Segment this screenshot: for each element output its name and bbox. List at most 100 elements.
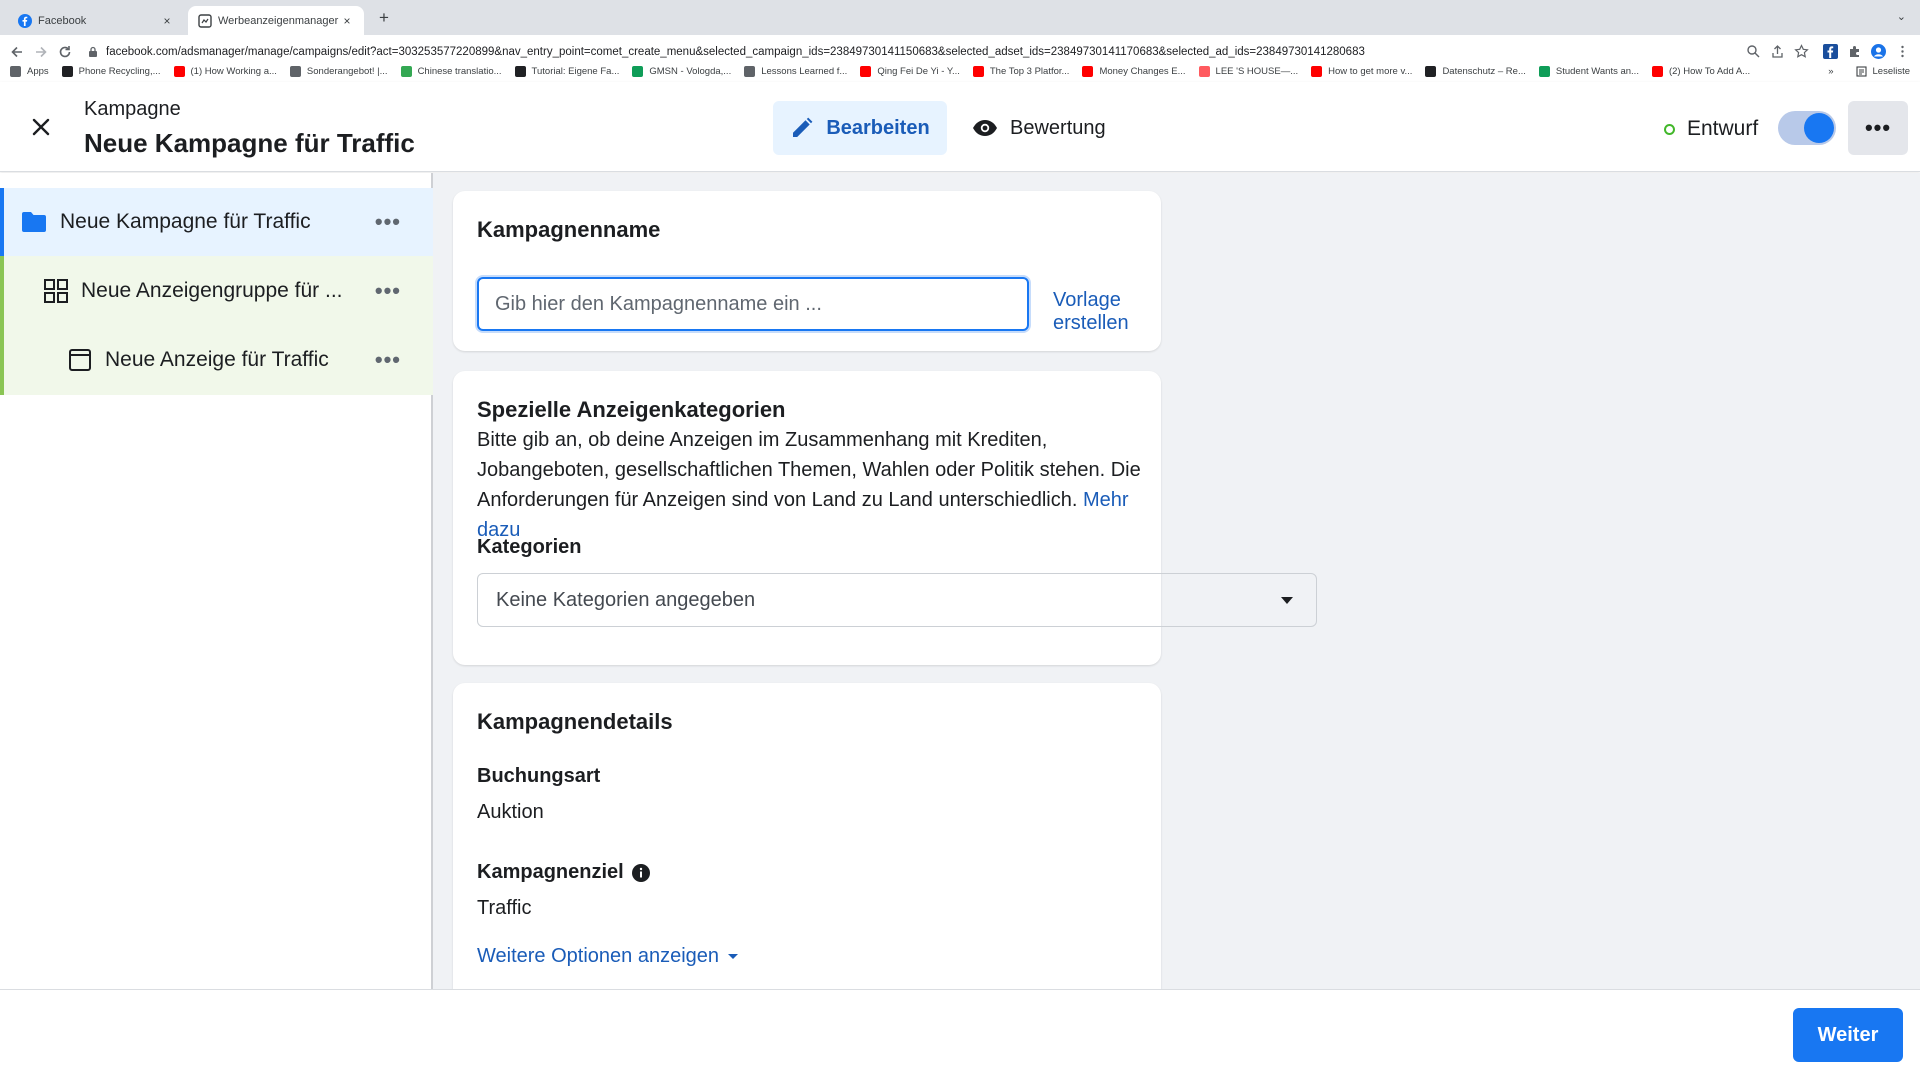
info-icon[interactable] xyxy=(631,863,650,882)
browser-menu-icon[interactable] xyxy=(1895,44,1910,59)
edit-button-label: Bearbeiten xyxy=(826,116,930,139)
forward-icon[interactable] xyxy=(32,43,50,61)
bookmark-item[interactable]: Chinese translatio... xyxy=(400,65,502,77)
campaign-name-input[interactable]: Gib hier den Kampagnenname ein ... xyxy=(477,277,1029,331)
bookmark-item[interactable]: Student Wants an... xyxy=(1538,65,1639,77)
bookmark-favicon-icon xyxy=(972,65,984,77)
bookmark-item[interactable]: (1) How Working a... xyxy=(173,65,277,77)
extensions-icon[interactable] xyxy=(1847,44,1862,59)
tree-item-label: Neue Kampagne für Traffic xyxy=(60,210,311,233)
objective-value: Traffic xyxy=(477,897,532,919)
campaign-name-card: Kampagnenname Gib hier den Kampagnenname… xyxy=(453,191,1161,351)
caret-down-icon xyxy=(728,954,739,959)
bookmark-label: GMSN - Vologda,... xyxy=(649,65,732,77)
ad-icon xyxy=(69,349,91,371)
review-button[interactable]: Bewertung xyxy=(972,101,1106,155)
bookmark-label: Tutorial: Eigene Fa... xyxy=(531,65,620,77)
bookmark-label: The Top 3 Platfor... xyxy=(989,65,1070,77)
bookmark-label: Chinese translatio... xyxy=(417,65,502,77)
new-tab-button[interactable]: + xyxy=(374,8,394,28)
create-template-link[interactable]: Vorlage erstellen xyxy=(1053,289,1161,335)
next-button[interactable]: Weiter xyxy=(1793,1008,1903,1062)
tree-item-label: Neue Anzeigengruppe für ... xyxy=(81,278,343,302)
tab-ads-manager[interactable]: Werbeanzeigenmanager - Wer × xyxy=(188,6,364,35)
bookmark-favicon-icon xyxy=(514,65,526,77)
tree-item-ad[interactable]: Neue Anzeige für Traffic ••• xyxy=(0,325,433,395)
more-options-button[interactable]: ••• xyxy=(1848,101,1908,155)
bookmark-item[interactable]: The Top 3 Platfor... xyxy=(972,65,1070,77)
eye-icon xyxy=(973,120,997,136)
bookmark-favicon-icon xyxy=(10,65,21,77)
caret-down-icon xyxy=(1281,597,1293,604)
review-button-label: Bewertung xyxy=(1010,116,1106,139)
bookmark-label: Sonderangebot! |... xyxy=(306,65,388,77)
status-badge: Entwurf xyxy=(1664,117,1758,141)
special-categories-card: Spezielle Anzeigenkategorien Bitte gib a… xyxy=(453,371,1317,665)
status-label: Entwurf xyxy=(1687,117,1759,140)
bookmark-label: (1) How Working a... xyxy=(190,65,277,77)
bookmark-item[interactable]: Phone Recycling,... xyxy=(61,65,161,77)
tree-item-more-button[interactable]: ••• xyxy=(375,278,401,304)
bookmark-item[interactable]: Sonderangebot! |... xyxy=(289,65,388,77)
status-dot-icon xyxy=(1664,123,1675,135)
tab-close-icon[interactable]: × xyxy=(160,14,174,28)
profile-avatar-icon[interactable] xyxy=(1871,44,1886,59)
bookmarks-end: » Leseliste xyxy=(1828,60,1910,82)
reading-list-button[interactable]: Leseliste xyxy=(1873,66,1911,77)
pencil-icon xyxy=(793,117,813,137)
bookmark-item[interactable]: Apps xyxy=(10,65,49,77)
bookmark-label: How to get more v... xyxy=(1328,65,1413,77)
star-icon[interactable] xyxy=(1794,44,1809,59)
categories-selected-value: Keine Kategorien angegeben xyxy=(496,588,756,611)
tab-search-button[interactable]: ⌄ xyxy=(1897,10,1906,23)
bookmark-item[interactable]: LEE 'S HOUSE—... xyxy=(1198,65,1299,77)
objective-label-row: Kampagnenziel xyxy=(477,861,650,884)
bookmark-item[interactable]: Qing Fei De Yi - Y... xyxy=(860,65,960,77)
share-icon[interactable] xyxy=(1770,44,1785,59)
bookmark-item[interactable]: How to get more v... xyxy=(1311,65,1413,77)
bookmarks-overflow-button[interactable]: » xyxy=(1828,66,1833,77)
tab-title: Facebook xyxy=(38,14,87,27)
description-text: Bitte gib an, ob deine Anzeigen im Zusam… xyxy=(477,429,1141,511)
more-options-link[interactable]: Weitere Optionen anzeigen xyxy=(477,945,739,968)
bookmark-label: Student Wants an... xyxy=(1555,65,1639,77)
toggle-knob xyxy=(1804,113,1834,143)
bookmark-favicon-icon xyxy=(400,65,412,77)
bookmark-item[interactable]: Tutorial: Eigene Fa... xyxy=(514,65,620,77)
tree-item-more-button[interactable]: ••• xyxy=(375,347,401,373)
bookmark-favicon-icon xyxy=(1651,65,1663,77)
bookmark-label: Qing Fei De Yi - Y... xyxy=(877,65,960,77)
bookmark-item[interactable]: Lessons Learned f... xyxy=(744,65,847,77)
tree-item-campaign[interactable]: Neue Kampagne für Traffic ••• xyxy=(0,188,433,256)
bookmark-favicon-icon xyxy=(61,65,73,77)
special-categories-heading: Spezielle Anzeigenkategorien xyxy=(477,397,786,422)
bookmark-item[interactable]: Money Changes E... xyxy=(1082,65,1186,77)
close-icon[interactable] xyxy=(26,112,56,142)
campaign-name-placeholder: Gib hier den Kampagnenname ein ... xyxy=(495,292,822,315)
footer-bar: Weiter xyxy=(0,989,1920,1080)
campaign-details-heading: Kampagnendetails xyxy=(477,709,673,734)
ads-manager-icon xyxy=(198,13,212,28)
lock-icon xyxy=(89,46,97,57)
campaign-name-heading: Kampagnenname xyxy=(477,217,661,242)
tab-facebook[interactable]: Facebook × xyxy=(8,6,184,35)
back-icon[interactable] xyxy=(8,43,26,61)
campaign-toggle[interactable] xyxy=(1778,111,1836,145)
tree-item-more-button[interactable]: ••• xyxy=(375,209,401,235)
grid-icon xyxy=(44,278,68,303)
reload-icon[interactable] xyxy=(56,43,74,61)
zoom-icon[interactable] xyxy=(1746,44,1761,59)
reading-list-icon xyxy=(1855,65,1867,77)
categories-dropdown[interactable]: Keine Kategorien angegeben xyxy=(477,573,1317,627)
bookmark-label: Apps xyxy=(27,65,49,77)
bookmark-item[interactable]: Datenschutz – Re... xyxy=(1425,65,1526,77)
bookmark-item[interactable]: (2) How To Add A... xyxy=(1651,65,1751,77)
booking-type-label: Buchungsart xyxy=(477,765,601,787)
edit-button[interactable]: Bearbeiten xyxy=(773,101,947,155)
bookmark-label: LEE 'S HOUSE—... xyxy=(1215,65,1299,77)
bookmark-item[interactable]: GMSN - Vologda,... xyxy=(632,65,732,77)
facebook-extension-icon[interactable] xyxy=(1823,44,1838,59)
tree-item-adset[interactable]: Neue Anzeigengruppe für ... ••• xyxy=(0,256,433,325)
tab-close-icon[interactable]: × xyxy=(340,14,354,28)
bookmark-label: (2) How To Add A... xyxy=(1668,65,1751,77)
